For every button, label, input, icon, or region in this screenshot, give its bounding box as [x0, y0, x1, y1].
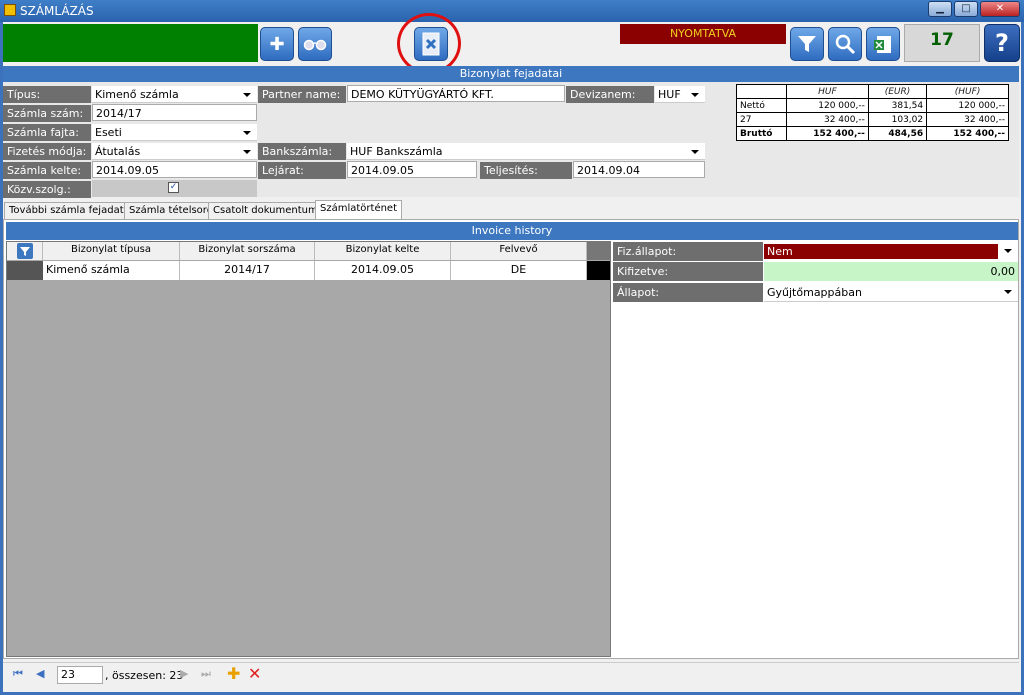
add-button[interactable]: ✚ [260, 27, 294, 61]
highlight-circle [397, 13, 461, 74]
kifizetve-input[interactable]: 0,00 [764, 262, 1018, 281]
help-button[interactable]: ? [984, 24, 1020, 62]
table-cell[interactable]: Kimenő számla [43, 261, 180, 280]
totals-cell: 27 [736, 112, 787, 127]
record-counter: 17 [904, 24, 980, 62]
totals-cell: 32 400,-- [786, 112, 869, 127]
minimize-button[interactable]: ▁ [928, 1, 952, 17]
column-header-tipus[interactable]: Bizonylat típusa [43, 242, 180, 260]
add-record-icon[interactable]: ✚ [227, 664, 240, 683]
title-bar: SZÁMLÁZÁS ▁ □ ✕ [0, 0, 1024, 22]
teljesites-label: Teljesítés: [480, 162, 572, 179]
bank-label: Bankszámla: [258, 143, 346, 160]
glasses-icon [303, 39, 327, 51]
fizetes-label: Fizetés módja: [3, 143, 91, 160]
fiz-allapot-value: Nem [764, 244, 998, 259]
totals-cell: 120 000,-- [786, 98, 869, 113]
totals-cell: 381,54 [867, 98, 928, 113]
totals-header-cell [736, 84, 787, 99]
totals-header-cell: (EUR) [867, 84, 928, 99]
fajta-label: Számla fajta: [3, 124, 91, 141]
kozv-checkbox[interactable]: ✓ [168, 182, 179, 193]
header-section-title: Bizonylat fejadatai [3, 66, 1019, 82]
column-header-sorszam[interactable]: Bizonylat sorszáma [180, 242, 315, 260]
excel-icon [874, 36, 891, 53]
totals-cell: Nettó [736, 98, 787, 113]
tipus-select[interactable]: Kimenő számla [92, 86, 257, 103]
view-button[interactable] [298, 27, 332, 61]
close-button[interactable]: ✕ [980, 1, 1020, 17]
totals-cell: Bruttó [736, 126, 787, 141]
grid-filter-icon [17, 243, 33, 259]
search-button[interactable] [828, 27, 862, 61]
fiz-allapot-label: Fiz.állapot: [613, 242, 763, 261]
table-cell[interactable]: DE [451, 261, 587, 280]
szamlaszam-label: Számla szám: [3, 105, 91, 122]
totals-cell: 484,56 [867, 126, 928, 141]
print-status-badge: NYOMTATVA [620, 24, 786, 44]
kifizetve-label: Kifizetve: [613, 262, 763, 281]
previous-record-icon[interactable]: ◀ [36, 667, 44, 680]
excel-export-button[interactable] [866, 27, 900, 61]
fiz-allapot-select[interactable]: Nem [764, 242, 1018, 261]
next-record-icon[interactable]: ▶ [180, 667, 188, 680]
total-records-text: , összesen: 23 [105, 669, 184, 682]
fajta-select[interactable]: Eseti [92, 124, 257, 141]
status-color-bar [3, 24, 258, 62]
szamlaszam-input[interactable]: 2014/17 [92, 104, 257, 121]
delete-record-icon[interactable]: ✕ [248, 664, 261, 683]
deviza-select[interactable]: HUF [655, 86, 705, 103]
teljesites-input[interactable]: 2014.09.04 [573, 161, 705, 178]
column-header-felvevo[interactable]: Felvevő [451, 242, 587, 260]
last-record-icon[interactable]: ⏭ [201, 667, 211, 681]
totals-cell: 152 400,-- [786, 126, 869, 141]
column-header-kelte[interactable]: Bizonylat kelte [315, 242, 451, 260]
first-record-icon[interactable]: ⏮ [13, 667, 23, 681]
plus-icon: ✚ [269, 33, 285, 55]
lejarat-label: Lejárat: [258, 162, 346, 179]
tab-szamlatortenet[interactable]: Számlatörténet [315, 200, 403, 220]
partner-input[interactable]: DEMO KÜTYÜGYÁRTÓ KFT. [347, 85, 565, 102]
window-title: SZÁMLÁZÁS [20, 4, 94, 18]
lejarat-input[interactable]: 2014.09.05 [347, 161, 477, 178]
tab-tovabbi-fejadatok[interactable]: További számla fejadatok [4, 202, 141, 220]
totals-cell: 152 400,-- [926, 126, 1009, 141]
position-input[interactable]: 23 [57, 666, 103, 684]
tipus-label: Típus: [3, 86, 91, 103]
fizetes-select[interactable]: Átutalás [92, 143, 257, 160]
totals-header-cell: (HUF) [926, 84, 1009, 99]
app-icon [4, 4, 16, 16]
totals-table: HUF (EUR) (HUF) Nettó 120 000,-- 381,54 … [736, 84, 1009, 141]
history-section-title: Invoice history [6, 222, 1018, 240]
partner-label: Partner name: [258, 86, 346, 103]
totals-cell: 32 400,-- [926, 112, 1009, 127]
allapot-select[interactable]: Gyűjtőmappában [764, 283, 1018, 302]
grid-filter-cell[interactable] [7, 242, 43, 260]
table-cell[interactable]: 2014/17 [180, 261, 315, 280]
bank-select[interactable]: HUF Bankszámla [347, 143, 705, 160]
row-end-marker [587, 261, 610, 280]
grid-header-spacer [587, 242, 610, 260]
kozv-field: ✓ [92, 180, 257, 197]
filter-icon [798, 36, 816, 52]
kelte-label: Számla kelte: [3, 162, 91, 179]
allapot-label: Állapot: [613, 283, 763, 302]
deviza-label: Devizanem: [566, 86, 654, 103]
totals-cell: 120 000,-- [926, 98, 1009, 113]
maximize-button[interactable]: □ [954, 1, 978, 17]
kelte-input[interactable]: 2014.09.05 [92, 161, 257, 178]
totals-cell: 103,02 [867, 112, 928, 127]
history-grid [6, 241, 611, 657]
row-selector[interactable] [7, 261, 43, 280]
search-icon [835, 34, 856, 55]
totals-header-cell: HUF [786, 84, 869, 99]
filter-button[interactable] [790, 27, 824, 61]
table-cell[interactable]: 2014.09.05 [315, 261, 451, 280]
kozv-label: Közv.szolg.: [3, 181, 91, 198]
